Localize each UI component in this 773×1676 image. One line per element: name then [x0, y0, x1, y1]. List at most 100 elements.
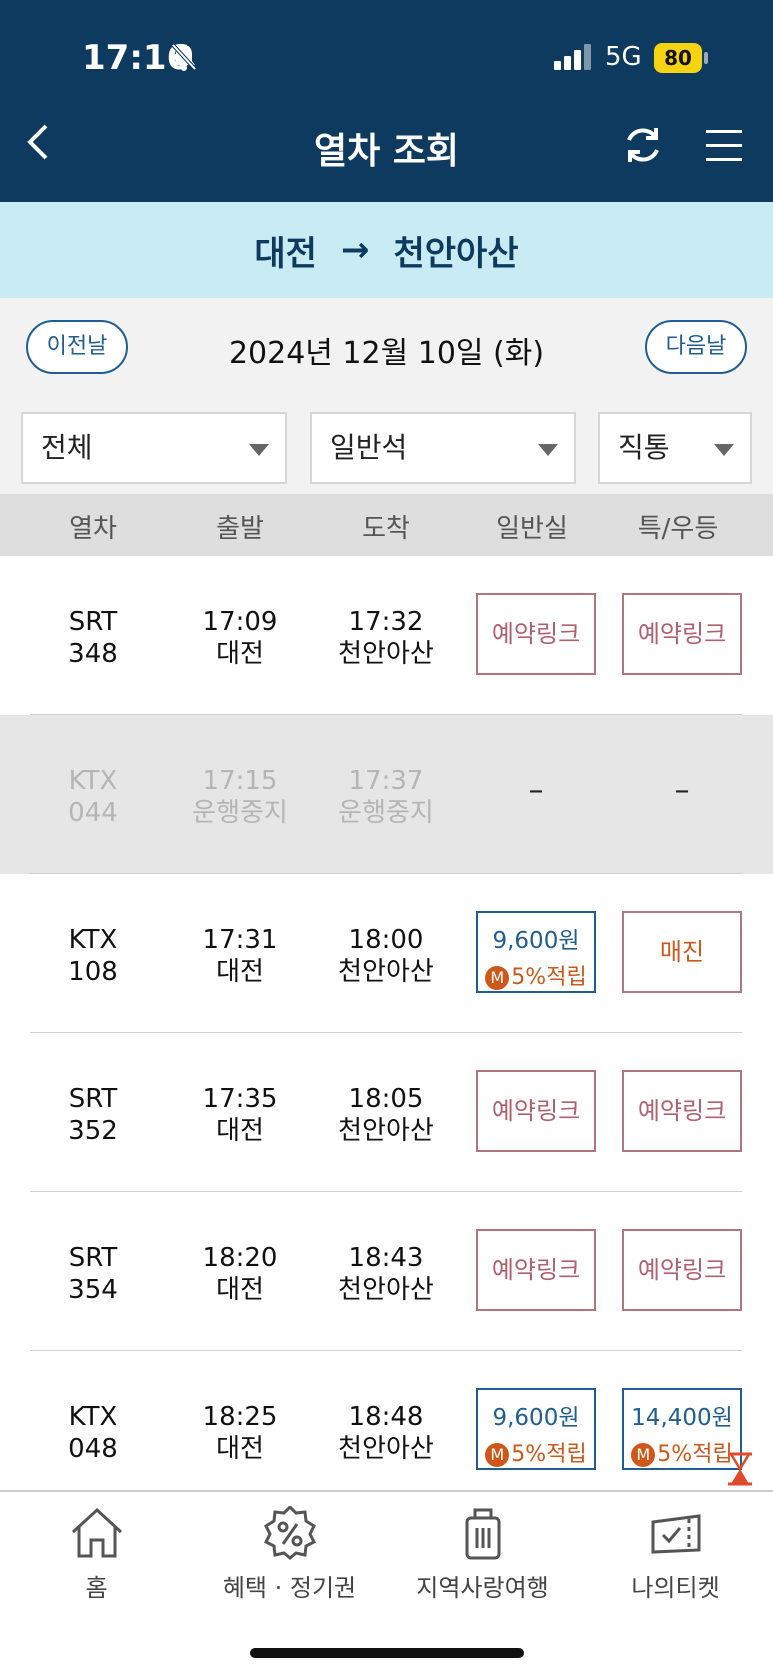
points-label: 5%적립 — [657, 1442, 733, 1467]
arrival-time: 18:48 — [348, 1402, 424, 1432]
special-price: 14,400원 — [631, 1405, 733, 1431]
departure-station: 대전 — [216, 1116, 264, 1146]
column-header-general: 일반실 — [496, 514, 568, 544]
arrival-station: 천안아산 — [338, 1434, 434, 1464]
train-row-suspended: KTX 044 17:15 운행중지 17:37 운행중지 – – — [0, 715, 773, 874]
arrival-station: 천안아산 — [338, 1275, 434, 1305]
departure-station: 대전 — [216, 1434, 264, 1464]
train-row[interactable]: KTX 048 18:25 대전 18:48 천안아산 9,600원 M 5%적립… — [0, 1351, 773, 1490]
nav-regional-travel-label: 지역사랑여행 — [416, 1574, 549, 1602]
departure-station: 대전 — [216, 639, 264, 669]
nav-regional-travel[interactable]: 지역사랑여행 — [386, 1506, 579, 1603]
arrival-cell: 17:37 운행중지 — [306, 765, 466, 829]
home-indicator — [250, 1648, 524, 1658]
departure-time: 17:15 — [202, 766, 278, 796]
train-number: 048 — [68, 1434, 118, 1464]
train-type: KTX — [68, 1402, 118, 1432]
points-note: M 5%적립 — [478, 959, 594, 991]
special-reserve-link-button[interactable]: 예약링크 — [622, 1070, 742, 1152]
hamburger-menu-icon[interactable] — [706, 130, 742, 166]
column-header-arrival: 도착 — [362, 514, 410, 544]
train-number: 108 — [68, 957, 118, 987]
train-list: SRT 348 17:09 대전 17:32 천안아산 예약링크 예약링크 KT… — [0, 556, 773, 1490]
train-id: SRT 348 — [13, 606, 173, 670]
general-reserve-link-button[interactable]: 예약링크 — [476, 1070, 596, 1152]
nav-benefits[interactable]: 혜택 · 정기권 — [193, 1506, 386, 1603]
mileage-badge-icon: M — [485, 1443, 510, 1467]
train-id: KTX 048 — [13, 1401, 173, 1465]
caret-down-icon — [249, 444, 269, 456]
route-type-value: 직통 — [618, 431, 670, 464]
special-reserve-link-button[interactable]: 예약링크 — [622, 1229, 742, 1311]
train-number: 044 — [68, 798, 118, 828]
caret-down-icon — [538, 444, 558, 456]
points-label: 5%적립 — [511, 965, 587, 990]
train-id: KTX 108 — [13, 924, 173, 988]
nav-home[interactable]: 홈 — [0, 1506, 193, 1603]
seat-class-select[interactable]: 일반석 — [310, 412, 576, 484]
nav-benefits-label: 혜택 · 정기권 — [222, 1574, 357, 1602]
special-unavailable: – — [674, 773, 690, 808]
general-price-button[interactable]: 9,600원 M 5%적립 — [476, 1388, 596, 1470]
general-price: 9,600원 — [492, 928, 580, 954]
train-number: 352 — [68, 1116, 118, 1146]
train-id: SRT 352 — [13, 1083, 173, 1147]
train-type-value: 전체 — [41, 431, 93, 464]
refresh-icon[interactable] — [622, 124, 664, 170]
special-reserve-link-button[interactable]: 예약링크 — [622, 593, 742, 675]
arrival-station: 천안아산 — [338, 957, 434, 987]
departure-status: 운행중지 — [192, 798, 288, 828]
route-type-select[interactable]: 직통 — [598, 412, 752, 484]
departure-station: 대전 — [216, 1275, 264, 1305]
departure-cell: 18:20 대전 — [160, 1242, 320, 1306]
arrival-cell: 18:05 천안아산 — [306, 1083, 466, 1147]
arrival-time: 17:32 — [348, 607, 424, 637]
departure-time: 17:31 — [202, 925, 278, 955]
departure-station: 대전 — [254, 233, 317, 274]
general-reserve-link-button[interactable]: 예약링크 — [476, 1229, 596, 1311]
network-type: 5G — [605, 42, 642, 72]
train-id: SRT 354 — [13, 1242, 173, 1306]
train-row[interactable]: SRT 348 17:09 대전 17:32 천안아산 예약링크 예약링크 — [0, 556, 773, 715]
arrival-cell: 18:00 천안아산 — [306, 924, 466, 988]
train-row[interactable]: SRT 352 17:35 대전 18:05 천안아산 예약링크 예약링크 — [0, 1033, 773, 1192]
arrival-station: 천안아산 — [338, 1116, 434, 1146]
arrival-cell: 18:48 천안아산 — [306, 1401, 466, 1465]
train-type-select[interactable]: 전체 — [21, 412, 287, 484]
arrival-time: 18:05 — [348, 1084, 424, 1114]
departure-time: 18:20 — [202, 1243, 278, 1273]
general-unavailable: – — [528, 773, 544, 808]
bell-muted-icon — [170, 42, 198, 76]
column-header-train: 열차 — [69, 514, 117, 544]
luggage-icon — [465, 1508, 500, 1560]
nav-home-label: 홈 — [85, 1574, 108, 1602]
column-header-special: 특/우등 — [637, 514, 719, 544]
nav-my-tickets-label: 나의티켓 — [631, 1574, 720, 1602]
arrival-time: 18:00 — [348, 925, 424, 955]
departure-cell: 17:09 대전 — [160, 606, 320, 670]
train-row[interactable]: KTX 108 17:31 대전 18:00 천안아산 9,600원 M 5%적립… — [0, 874, 773, 1033]
train-type: SRT — [68, 1243, 118, 1273]
general-price: 9,600원 — [492, 1405, 580, 1431]
train-type: SRT — [68, 607, 118, 637]
battery-nub — [704, 52, 708, 64]
app-header: 17:16 5G 80 열차 조회 — [0, 0, 773, 202]
arrival-time: 17:37 — [348, 766, 424, 796]
special-soldout-button[interactable]: 매진 — [622, 911, 742, 993]
departure-time: 17:35 — [202, 1084, 278, 1114]
arrival-cell: 18:43 천안아산 — [306, 1242, 466, 1306]
column-header-departure: 출발 — [216, 514, 264, 544]
nav-my-tickets[interactable]: 나의티켓 — [579, 1506, 772, 1603]
departure-station: 대전 — [216, 957, 264, 987]
next-day-button[interactable]: 다음날 — [645, 320, 747, 374]
train-type: KTX — [68, 925, 118, 955]
train-row[interactable]: SRT 354 18:20 대전 18:43 천안아산 예약링크 예약링크 — [0, 1192, 773, 1351]
general-price-button[interactable]: 9,600원 M 5%적립 — [476, 911, 596, 993]
departure-time: 17:09 — [202, 607, 278, 637]
route-banner: 대전 → 천안아산 — [0, 202, 773, 298]
arrival-time: 18:43 — [348, 1243, 424, 1273]
discount-badge-icon — [263, 1506, 316, 1560]
general-reserve-link-button[interactable]: 예약링크 — [476, 593, 596, 675]
seat-class-value: 일반석 — [330, 431, 408, 464]
special-price-button[interactable]: 14,400원 M 5%적립 — [622, 1388, 742, 1470]
